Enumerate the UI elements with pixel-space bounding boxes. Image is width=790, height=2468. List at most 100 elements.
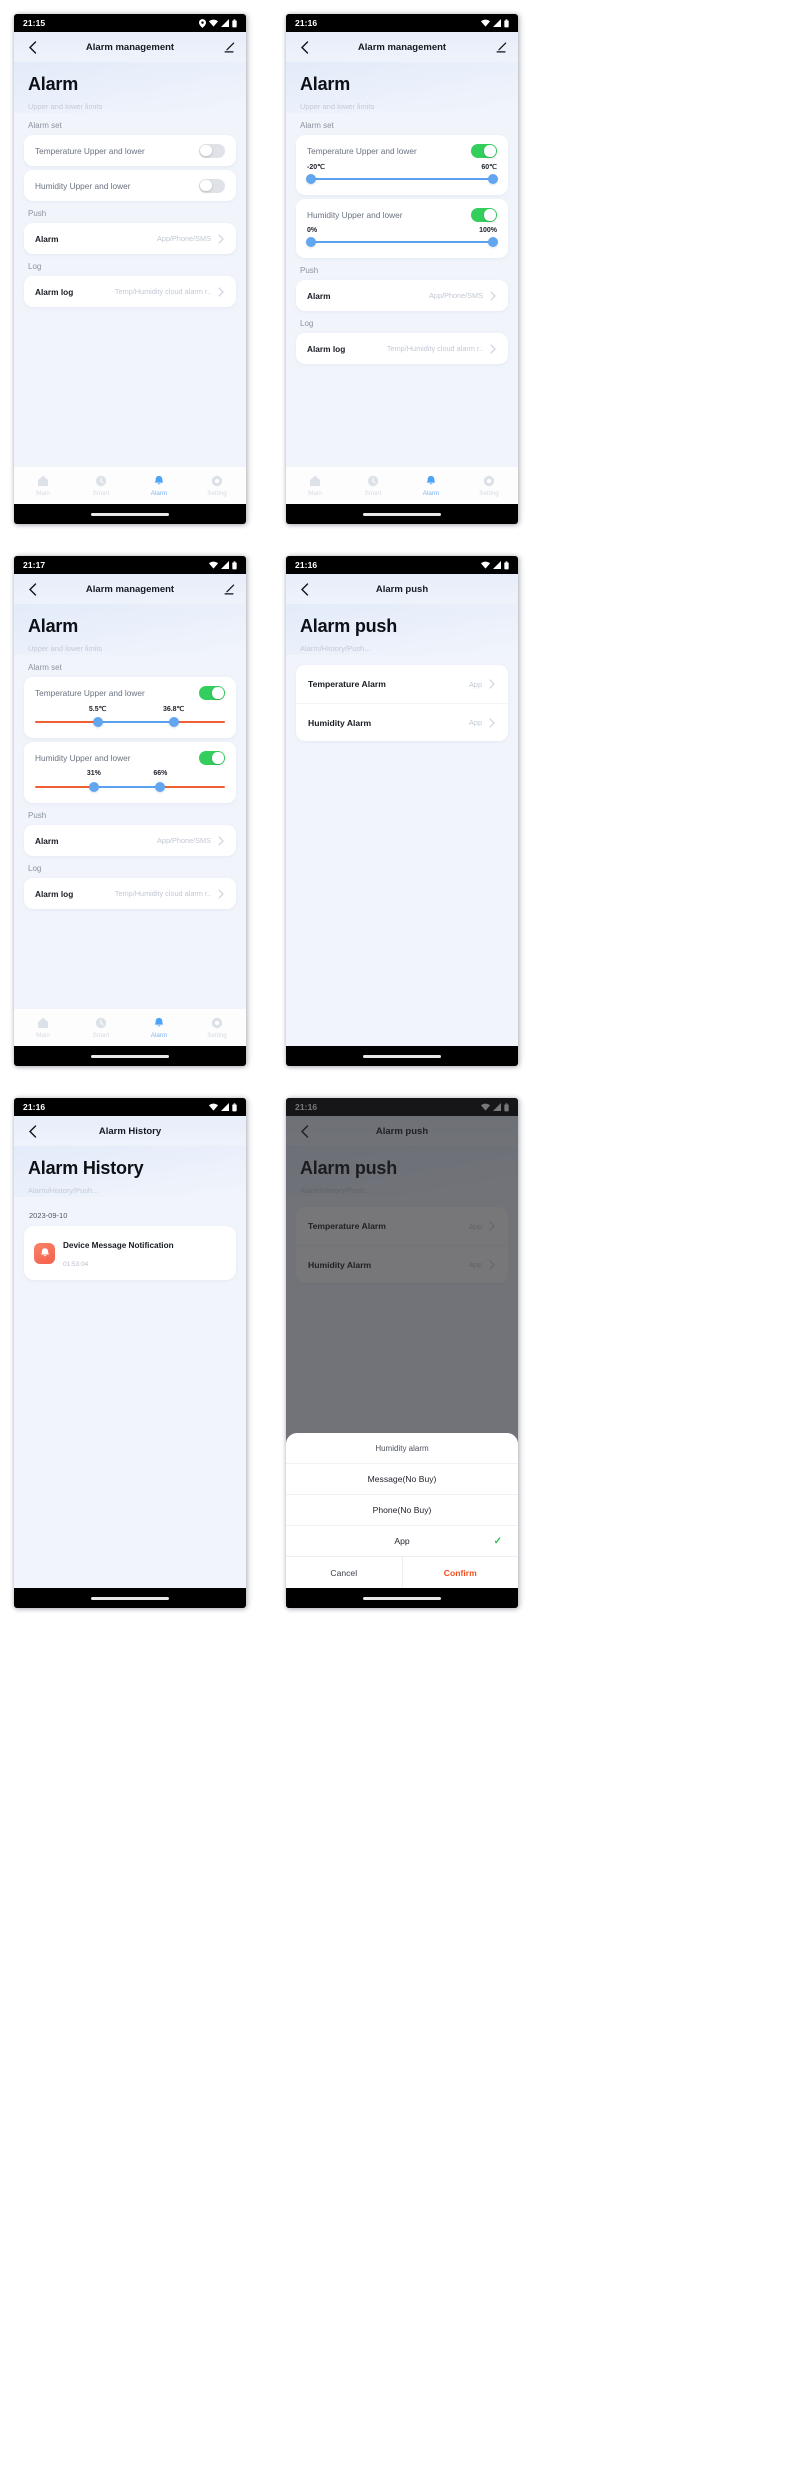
bell-icon	[425, 475, 438, 488]
row-alarm[interactable]: Alarm App/Phone/SMS	[296, 280, 508, 311]
slider-handle-high[interactable]	[168, 717, 179, 727]
back-button[interactable]	[24, 39, 40, 55]
status-bar: 21:17	[14, 556, 246, 574]
status-icons	[481, 560, 509, 570]
pencil-icon	[496, 42, 506, 52]
status-bar: 21:16	[14, 1098, 246, 1116]
home-indicator[interactable]	[91, 1054, 169, 1058]
slider-handle-high[interactable]	[488, 237, 499, 247]
humidity-toggle[interactable]	[471, 208, 497, 222]
temperature-slider[interactable]	[305, 174, 499, 184]
back-button[interactable]	[24, 581, 40, 597]
row-label: Alarm log	[35, 888, 74, 899]
hero-title: Alarm	[300, 74, 351, 94]
edit-button[interactable]	[494, 40, 508, 54]
slider-handle-low[interactable]	[92, 717, 103, 727]
range-low: 31%	[86, 770, 101, 777]
toggle-knob	[212, 752, 224, 764]
slider-handle-high[interactable]	[155, 782, 166, 792]
temperature-toggle[interactable]	[199, 143, 225, 158]
status-clock: 21:16	[295, 560, 318, 570]
status-clock: 21:15	[23, 18, 46, 28]
tab-main[interactable]: Main	[14, 475, 72, 497]
edit-button[interactable]	[222, 582, 236, 596]
home-indicator[interactable]	[363, 512, 441, 516]
tab-setting[interactable]: Setting	[188, 475, 246, 497]
home-indicator[interactable]	[91, 1596, 169, 1600]
back-button[interactable]	[296, 39, 312, 55]
pencil-icon	[224, 584, 234, 594]
home-indicator[interactable]	[363, 1596, 441, 1600]
tab-alarm[interactable]: Alarm	[130, 1017, 188, 1039]
humidity-slider[interactable]	[305, 237, 499, 247]
card-humidity: Humidity Upper and lower 31% 66%	[24, 742, 236, 803]
home-indicator[interactable]	[363, 1054, 441, 1058]
home-indicator[interactable]	[91, 512, 169, 516]
slider-handle-low[interactable]	[305, 237, 316, 247]
signal-icon	[221, 19, 229, 27]
slider-handle-low[interactable]	[88, 782, 99, 792]
sheet-option-message[interactable]: Message(No Buy)	[286, 1463, 518, 1494]
slider-track-low	[35, 720, 98, 724]
nav-bar: Alarm push	[286, 574, 518, 604]
tab-label: Smart	[92, 489, 110, 497]
slider-track-active	[310, 177, 494, 181]
tab-main[interactable]: Main	[286, 475, 344, 497]
edit-button[interactable]	[222, 40, 236, 54]
tab-label: Main	[36, 489, 50, 497]
status-icons	[199, 18, 237, 28]
toggle-knob	[484, 209, 496, 221]
tab-label: Alarm	[150, 489, 168, 497]
alarm-bell-icon	[34, 1242, 55, 1264]
tab-setting[interactable]: Setting	[188, 1017, 246, 1039]
row-alarm-log[interactable]: Alarm log Temp/Humidity cloud alarm r..	[24, 276, 236, 307]
tab-smart[interactable]: Smart	[344, 475, 402, 497]
row-value: App/Phone/SMS	[157, 836, 211, 845]
tab-smart[interactable]: Smart	[72, 475, 130, 497]
tab-bar: Main Smart Alarm Setting	[14, 467, 246, 504]
section-log: Log	[300, 319, 314, 328]
row-alarm-log[interactable]: Alarm log Temp/Humidity cloud alarm r..	[296, 333, 508, 364]
row-temperature-alarm[interactable]: Temperature Alarm App	[296, 665, 508, 703]
row-humidity-alarm[interactable]: Humidity Alarm App	[296, 703, 508, 741]
tab-smart[interactable]: Smart	[72, 1017, 130, 1039]
row-label: Alarm log	[35, 286, 74, 297]
battery-icon	[232, 560, 237, 569]
tab-label: Alarm	[150, 1031, 168, 1039]
hero-subtitle: Alarm/History/Push...	[28, 1186, 99, 1195]
slider-header: Temperature Upper and lower	[307, 144, 497, 158]
card-alarm-push: Alarm App/Phone/SMS	[296, 280, 508, 311]
temperature-slider[interactable]	[35, 717, 225, 727]
back-button[interactable]	[24, 1123, 40, 1139]
humidity-toggle[interactable]	[199, 751, 225, 765]
sheet-option-app[interactable]: App ✓	[286, 1525, 518, 1556]
temperature-toggle[interactable]	[199, 686, 225, 700]
row-alarm[interactable]: Alarm App/Phone/SMS	[24, 825, 236, 856]
cancel-button[interactable]: Cancel	[286, 1557, 402, 1588]
content: 2023-09-10 Device Message Notification 0…	[14, 1211, 246, 1280]
slider-handle-high[interactable]	[488, 174, 499, 184]
history-entry[interactable]: Device Message Notification 01:53:04	[24, 1226, 236, 1280]
row-humidity[interactable]: Humidity Upper and lower	[24, 170, 236, 201]
slider-handle-low[interactable]	[305, 174, 316, 184]
wifi-icon	[209, 1103, 218, 1111]
tab-alarm[interactable]: Alarm	[402, 475, 460, 497]
tab-alarm[interactable]: Alarm	[130, 475, 188, 497]
slider-track-active	[93, 785, 161, 789]
chevron-right-icon	[488, 343, 497, 354]
tab-main[interactable]: Main	[14, 1017, 72, 1039]
humidity-slider[interactable]	[35, 782, 225, 792]
home-indicator-bar	[286, 504, 518, 524]
row-value: App/Phone/SMS	[429, 291, 483, 300]
row-alarm-log[interactable]: Alarm log Temp/Humidity cloud alarm r..	[24, 878, 236, 909]
back-button[interactable]	[296, 581, 312, 597]
humidity-toggle[interactable]	[199, 178, 225, 193]
sheet-option-phone[interactable]: Phone(No Buy)	[286, 1494, 518, 1525]
row-alarm[interactable]: Alarm App/Phone/SMS	[24, 223, 236, 254]
clock-icon	[95, 475, 108, 488]
temperature-toggle[interactable]	[471, 144, 497, 158]
phone-alarm-management-off: 21:15 Alarm management Alarm Upper and l…	[14, 14, 246, 524]
tab-setting[interactable]: Setting	[460, 475, 518, 497]
row-temperature[interactable]: Temperature Upper and lower	[24, 135, 236, 166]
confirm-button[interactable]: Confirm	[403, 1557, 519, 1588]
